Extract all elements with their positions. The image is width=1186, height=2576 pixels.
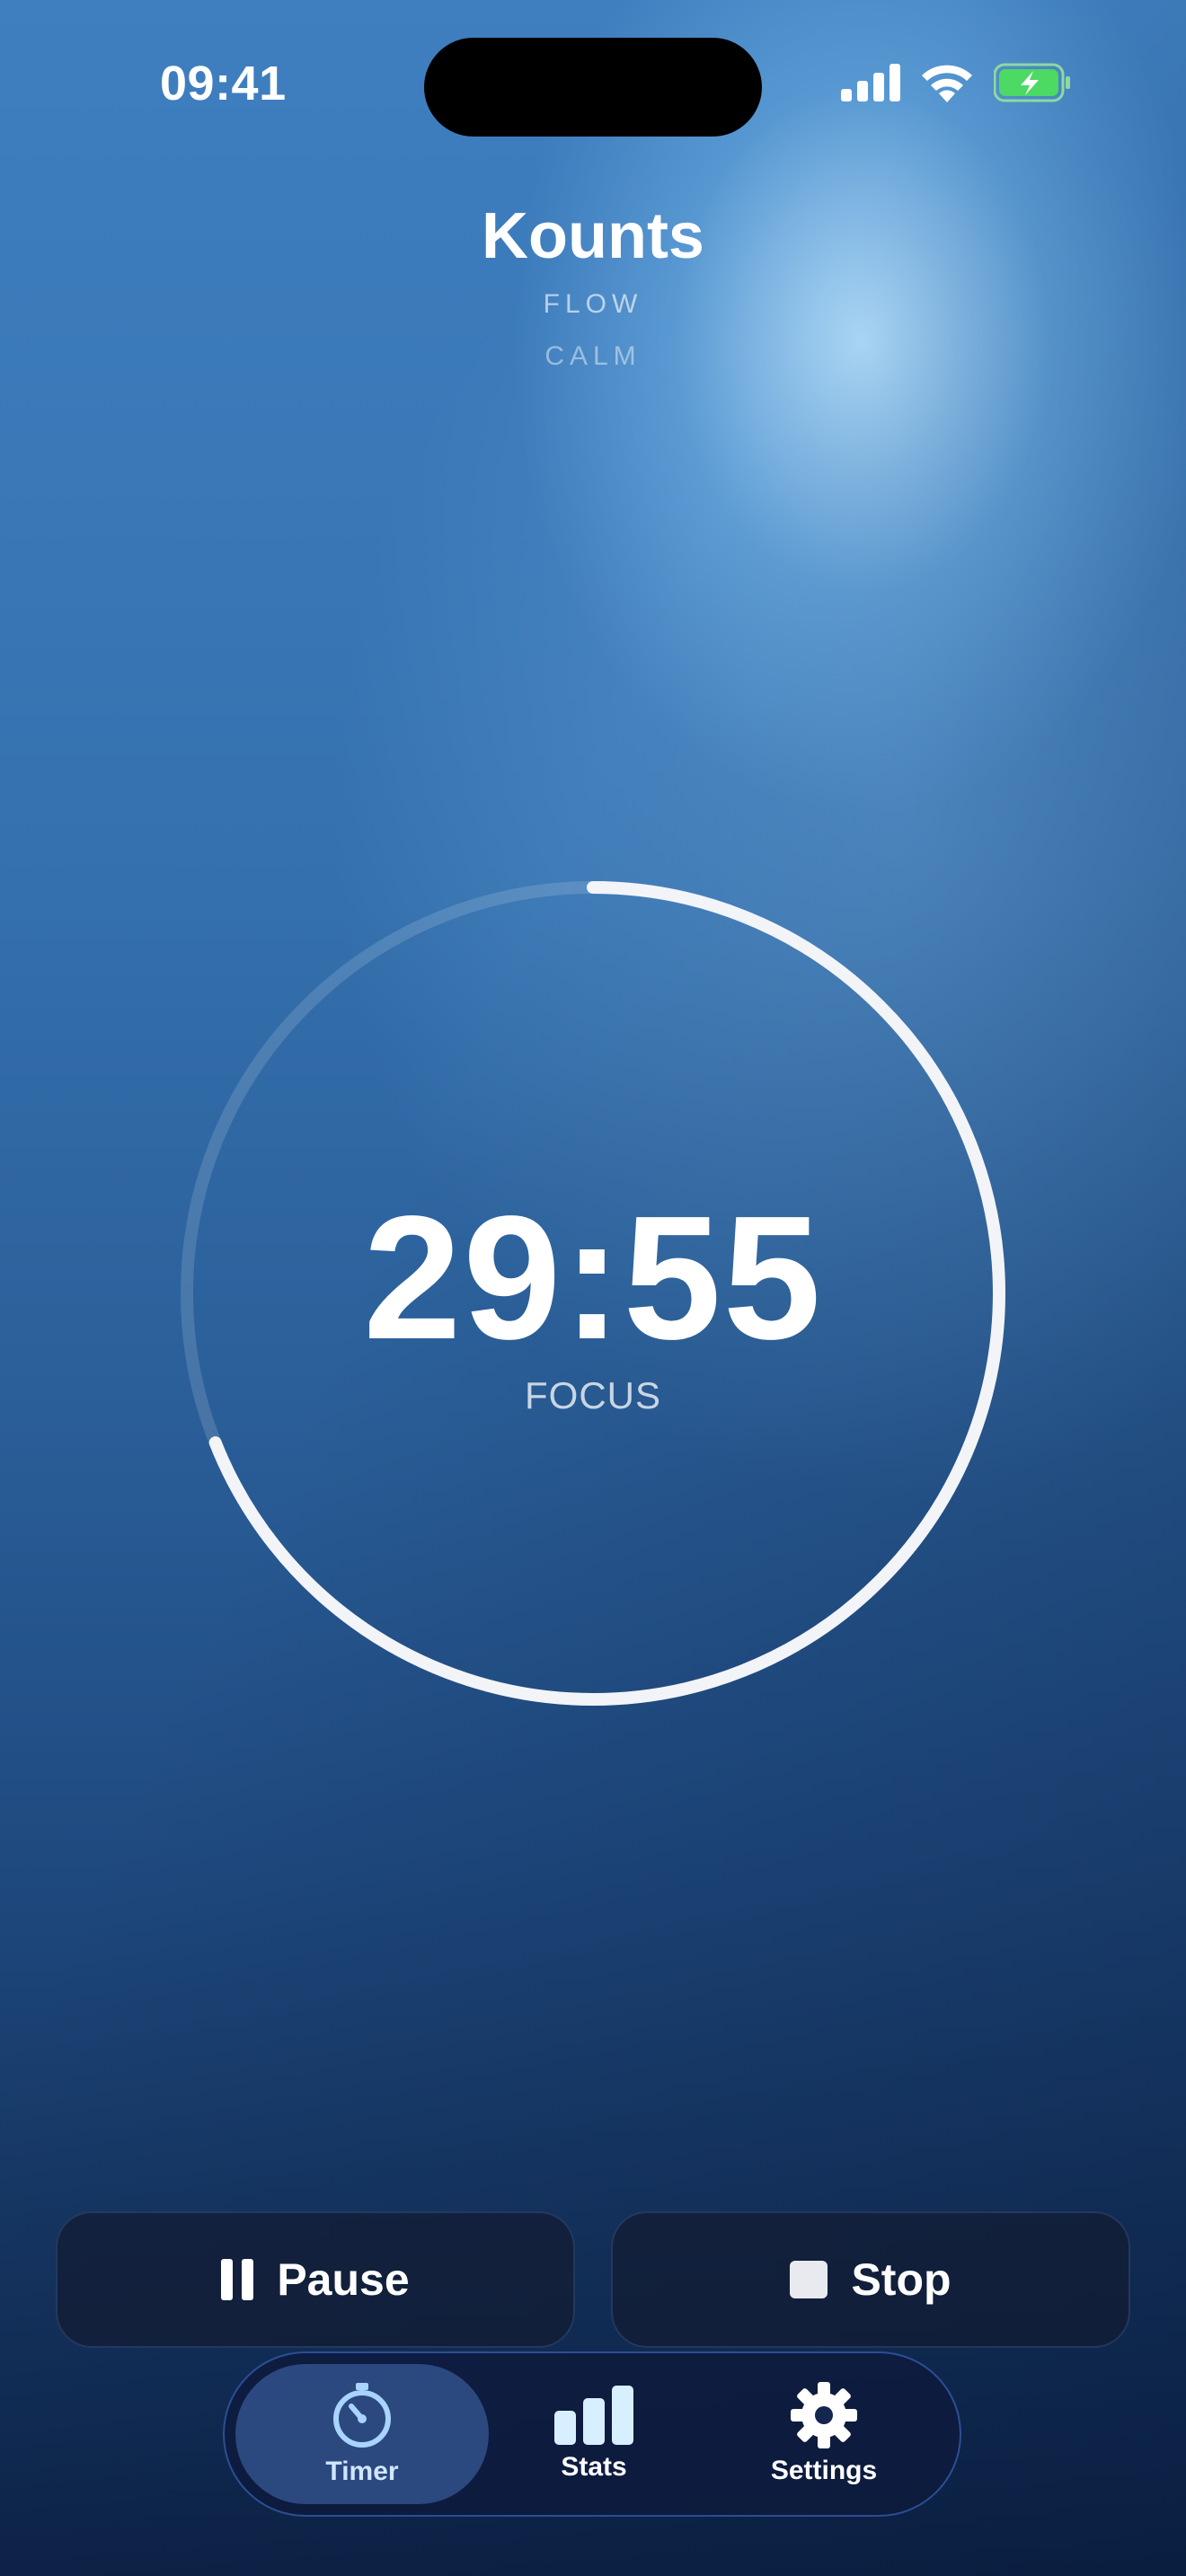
bar-chart-icon: [554, 2386, 633, 2445]
pause-button[interactable]: Pause: [56, 2211, 575, 2348]
stop-button[interactable]: Stop: [611, 2211, 1130, 2348]
pause-button-label: Pause: [277, 2254, 410, 2305]
app-title: Kounts: [482, 200, 704, 272]
tab-timer[interactable]: Timer: [235, 2364, 489, 2504]
subtitle-flow: FLOW: [543, 289, 643, 319]
tab-timer-label: Timer: [325, 2457, 399, 2486]
wifi-icon: [922, 65, 972, 102]
battery-charging-icon: [994, 63, 1070, 102]
tab-settings-label: Settings: [770, 2456, 878, 2485]
tab-stats-label: Stats: [561, 2452, 627, 2482]
stop-button-label: Stop: [851, 2254, 951, 2305]
gear-icon: [791, 2382, 857, 2448]
tab-bar: Timer Stats Settings: [223, 2351, 961, 2517]
timer-mode-label: FOCUS: [525, 1374, 661, 1416]
status-icons: [841, 63, 1071, 102]
tab-stats[interactable]: Stats: [467, 2364, 721, 2504]
timer-countdown: 29:55: [363, 1179, 823, 1376]
cellular-signal-icon: [841, 64, 900, 101]
dynamic-island: [424, 38, 762, 137]
timer-screen: 09:41 Kounts FLOW CALM 29:55 FOCUS Pause…: [0, 0, 1186, 2576]
stop-icon: [790, 2261, 828, 2298]
tab-settings[interactable]: Settings: [697, 2364, 951, 2504]
stopwatch-icon: [333, 2383, 391, 2448]
status-time: 09:41: [160, 57, 287, 110]
pause-icon: [221, 2259, 254, 2300]
subtitle-calm: CALM: [544, 341, 642, 371]
